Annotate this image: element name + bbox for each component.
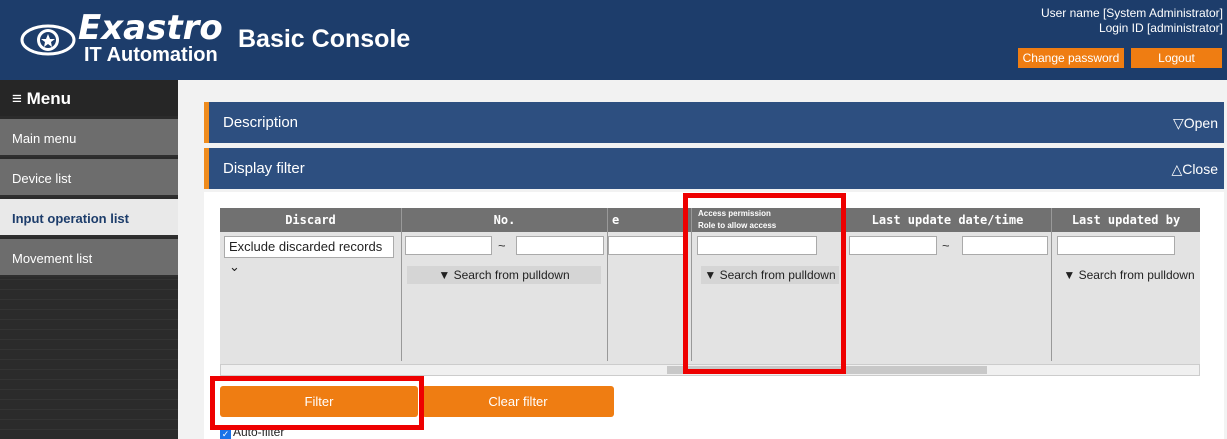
user-info: User name [System Administrator] Login I… [1041,6,1223,36]
sidebar-item-input-operation-list[interactable]: Input operation list [0,199,178,237]
login-id: Login ID [administrator] [1098,21,1223,35]
description-toggle[interactable]: ▽Open [1173,115,1218,132]
change-password-button[interactable]: Change password [1018,48,1124,68]
checkbox-checked-icon[interactable]: ✓ [220,429,231,439]
sidebar: ≡ Menu Main menu Device list Input opera… [0,80,178,439]
description-label: Description [223,114,299,131]
sidebar-item-device-list[interactable]: Device list [0,159,178,197]
partial-header: e [608,208,691,232]
partial-column: e [608,208,692,361]
no-header: No. [402,208,607,232]
user-name: User name [System Administrator] [1040,6,1223,20]
last-updated-by-column: Last updated by ▼ Search from pulldown [1052,208,1200,361]
logout-button[interactable]: Logout [1131,48,1222,68]
menu-title: ≡ Menu [0,80,178,116]
app-header: Exastro IT Automation Basic Console User… [0,0,1227,80]
no-pulldown-button[interactable]: ▼ Search from pulldown [407,266,601,284]
last-updated-by-input[interactable] [1057,236,1175,255]
highlight-box-filter-button [210,376,424,430]
description-section-header[interactable]: Description ▽Open [204,102,1224,143]
last-updated-by-pulldown-button[interactable]: ▼ Search from pulldown [1062,266,1196,284]
display-filter-section-header[interactable]: Display filter △Close [204,148,1224,189]
highlight-box-access-permission [683,193,846,374]
discard-column: Discard Exclude discarded records ⌄ [220,208,402,361]
partial-input[interactable] [608,236,688,255]
sidebar-item-movement-list[interactable]: Movement list [0,239,178,277]
sidebar-item-main-menu[interactable]: Main menu [0,119,178,157]
logo-title: Exastro [78,8,223,48]
last-update-from-input[interactable] [849,236,937,255]
discard-header: Discard [220,208,401,232]
range-tilde: ~ [942,238,950,253]
no-column: No. ~ ▼ Search from pulldown [402,208,608,361]
last-updated-by-header: Last updated by [1052,208,1200,232]
no-from-input[interactable] [405,236,492,255]
exastro-logo: Exastro IT Automation [20,8,223,70]
display-filter-toggle[interactable]: △Close [1171,161,1218,178]
range-tilde: ~ [498,238,506,253]
last-update-header: Last update date/time [844,208,1051,232]
discard-select[interactable]: Exclude discarded records ⌄ [224,236,394,274]
last-update-column: Last update date/time ~ [844,208,1052,361]
logo-emblem-icon [20,24,76,56]
display-filter-label: Display filter [223,160,305,177]
logo-subtitle: IT Automation [84,44,218,66]
last-update-to-input[interactable] [962,236,1048,255]
no-to-input[interactable] [516,236,604,255]
page-title: Basic Console [238,25,411,53]
clear-filter-button[interactable]: Clear filter [422,386,614,417]
